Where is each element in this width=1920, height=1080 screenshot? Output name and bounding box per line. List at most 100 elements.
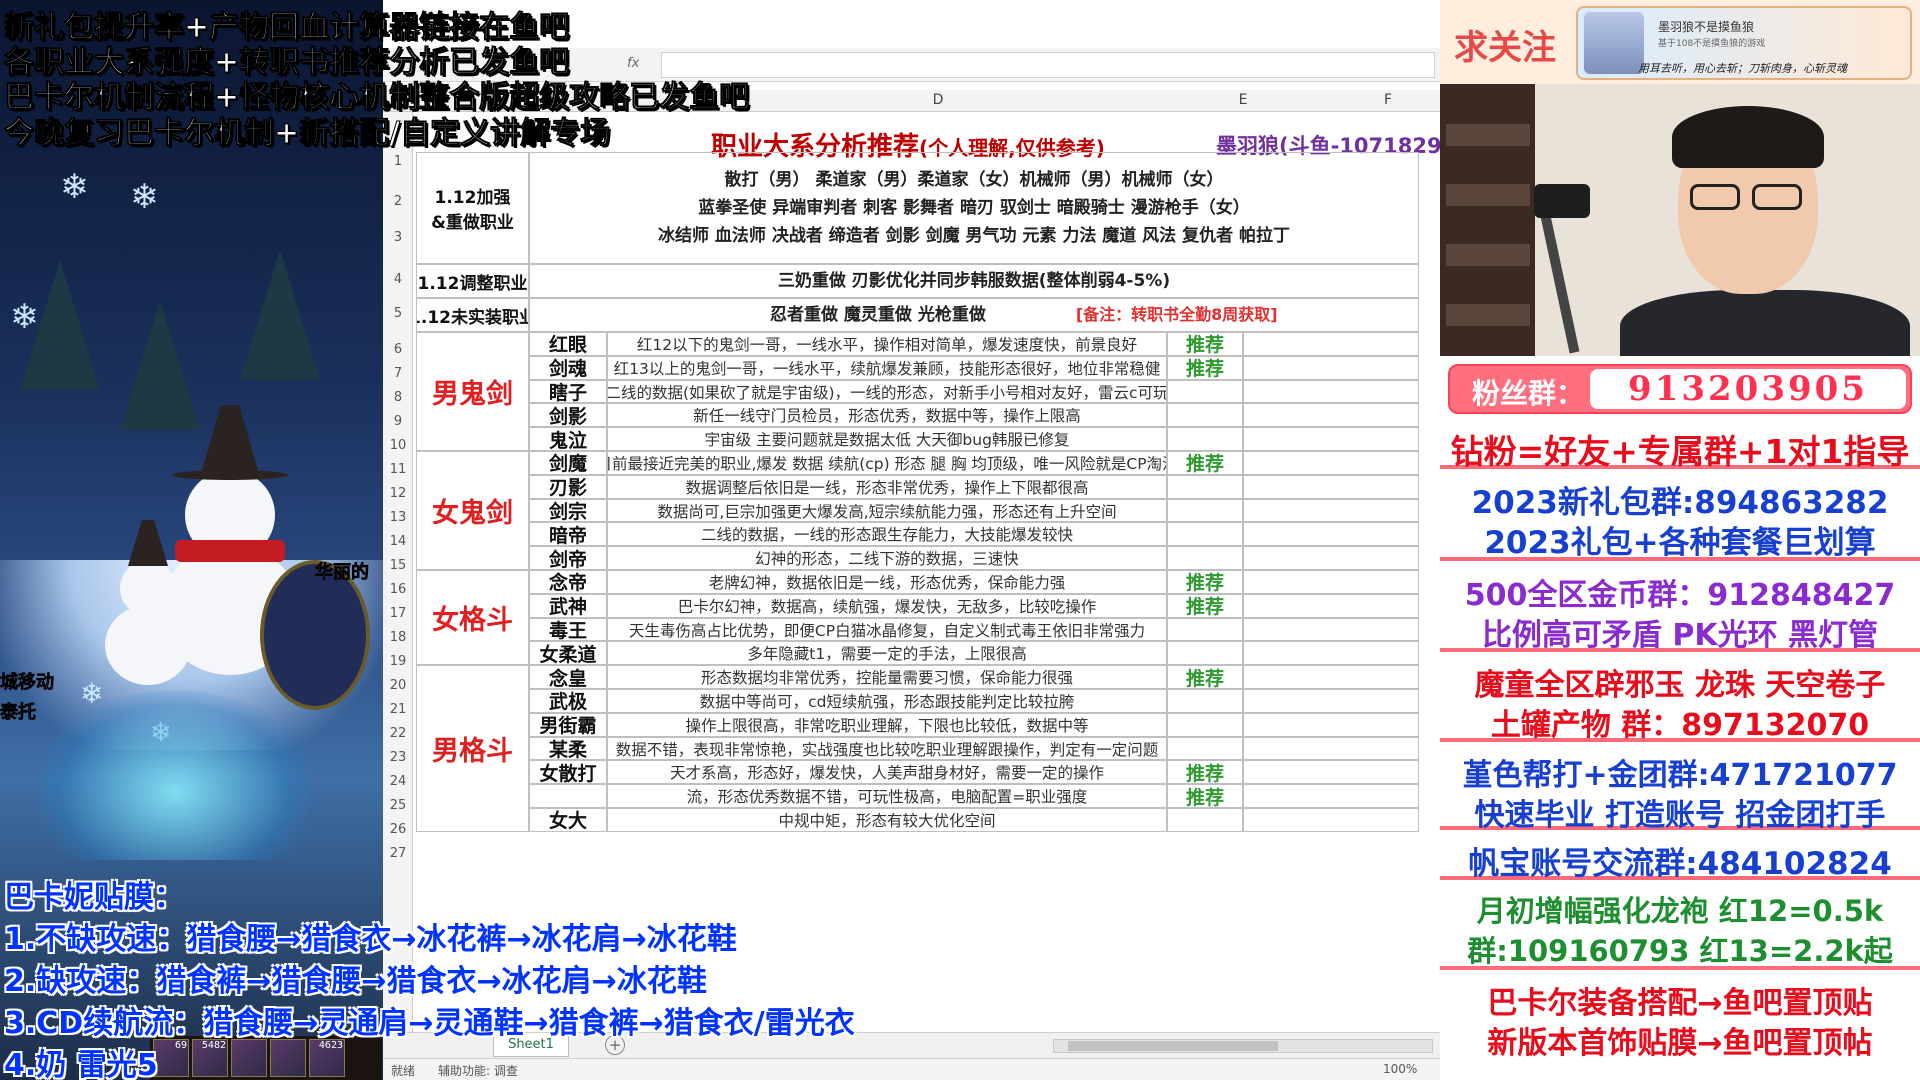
- job-desc-cell[interactable]: 流，形态优秀数据不错，可玩性极高，电脑配置=职业强度: [607, 784, 1167, 808]
- empty-cell[interactable]: [1243, 570, 1419, 594]
- job-name-cell[interactable]: 武神: [529, 593, 607, 618]
- job-desc-cell[interactable]: 形态数据均非常优秀，控能量需要习惯，保命能力很强: [607, 665, 1167, 689]
- row-number[interactable]: 1: [383, 154, 413, 169]
- job-name-cell[interactable]: 剑魂: [529, 355, 607, 380]
- job-name-cell[interactable]: 剑帝: [529, 546, 607, 570]
- row-number[interactable]: 21: [383, 702, 413, 717]
- job-desc-cell[interactable]: 目前最接近完美的职业,爆发 数据 续航(cp) 形态 腿 胸 均顶级，唯一风险就…: [607, 451, 1167, 475]
- empty-cell[interactable]: [1243, 427, 1419, 451]
- job-desc-cell[interactable]: 宇宙级 主要问题就是数据太低 大天御bug韩服已修复: [607, 427, 1167, 451]
- recommend-cell[interactable]: [1167, 427, 1243, 451]
- job-name-cell[interactable]: 女大: [529, 808, 607, 832]
- recommend-cell[interactable]: 推荐: [1167, 355, 1243, 380]
- row-number[interactable]: 13: [383, 510, 413, 525]
- empty-cell[interactable]: [1243, 665, 1419, 689]
- recommend-cell[interactable]: [1167, 498, 1243, 523]
- job-desc-cell[interactable]: 新任一线守门员检员，形态优秀，数据中等，操作上限高: [607, 403, 1167, 428]
- empty-cell[interactable]: [1243, 689, 1419, 713]
- row-number[interactable]: 5: [383, 306, 413, 321]
- job-desc-cell[interactable]: 操作上限很高，非常吃职业理解，下限也比较低，数据中等: [607, 712, 1167, 737]
- recommend-cell[interactable]: [1167, 522, 1243, 547]
- row-number[interactable]: 20: [383, 678, 413, 693]
- empty-cell[interactable]: [1243, 784, 1419, 808]
- job-desc-cell[interactable]: 天才系高，形态好，爆发快，人美声甜身材好，需要一定的操作: [607, 760, 1167, 785]
- row-number[interactable]: 6: [383, 342, 413, 357]
- job-desc-cell[interactable]: 天生毒伤高占比优势，即便CP白猫冰晶修复，自定义制式毒王依旧非常强力: [607, 617, 1167, 642]
- job-desc-cell[interactable]: 数据尚可,巨宗加强更大爆发高,短宗续航能力强，形态还有上升空间: [607, 498, 1167, 523]
- job-desc-cell[interactable]: 多年隐藏t1，需要一定的手法，上限很高: [607, 641, 1167, 666]
- row-number[interactable]: 11: [383, 462, 413, 477]
- empty-cell[interactable]: [1243, 641, 1419, 666]
- formula-input[interactable]: [661, 52, 1435, 78]
- skill-slot[interactable]: 4623: [309, 1039, 345, 1077]
- recommend-cell[interactable]: 推荐: [1167, 593, 1243, 618]
- recommend-cell[interactable]: [1167, 546, 1243, 570]
- job-desc-cell[interactable]: 老牌幻神，数据依旧是一线，形态优秀，保命能力强: [607, 570, 1167, 594]
- job-name-cell[interactable]: 瞎子: [529, 379, 607, 404]
- recommend-cell[interactable]: [1167, 808, 1243, 832]
- row-number[interactable]: 9: [383, 414, 413, 429]
- row-number[interactable]: 12: [383, 486, 413, 501]
- empty-cell[interactable]: [1243, 379, 1419, 404]
- empty-cell[interactable]: [1243, 332, 1419, 356]
- recommend-cell[interactable]: [1167, 403, 1243, 428]
- job-name-cell[interactable]: 某柔: [529, 736, 607, 761]
- empty-cell[interactable]: [1243, 546, 1419, 570]
- recommend-cell[interactable]: 推荐: [1167, 451, 1243, 475]
- row-number[interactable]: 23: [383, 750, 413, 765]
- row-number[interactable]: 2: [383, 194, 413, 209]
- job-desc-cell[interactable]: 中规中矩，形态有较大优化空间: [607, 808, 1167, 832]
- job-name-cell[interactable]: 武极: [529, 689, 607, 713]
- row-number[interactable]: 3: [383, 230, 413, 245]
- job-name-cell[interactable]: 剑宗: [529, 498, 607, 523]
- recommend-cell[interactable]: 推荐: [1167, 665, 1243, 689]
- row-number[interactable]: 19: [383, 654, 413, 669]
- job-name-cell[interactable]: 红眼: [529, 332, 607, 356]
- recommend-cell[interactable]: 推荐: [1167, 760, 1243, 785]
- column-header[interactable]: D: [923, 92, 953, 108]
- job-name-cell[interactable]: 鬼泣: [529, 427, 607, 451]
- job-group-cell[interactable]: 男鬼剑: [416, 332, 529, 451]
- row-number[interactable]: 15: [383, 558, 413, 573]
- empty-cell[interactable]: [1243, 712, 1419, 737]
- row-number[interactable]: 18: [383, 630, 413, 645]
- recommend-cell[interactable]: [1167, 712, 1243, 737]
- job-desc-cell[interactable]: 幻神的形态，二线下游的数据，三速快: [607, 546, 1167, 570]
- row-number[interactable]: 7: [383, 366, 413, 381]
- empty-cell[interactable]: [1243, 808, 1419, 832]
- job-desc-cell[interactable]: 二线的数据(如果砍了就是宇宙级)，一线的形态，对新手小号相对友好，雷云c可玩: [607, 379, 1167, 404]
- empty-cell[interactable]: [1243, 593, 1419, 618]
- job-desc-cell[interactable]: 红13以上的鬼剑一哥，一线水平，续航爆发兼顾，技能形态很好，地位非常稳健: [607, 355, 1167, 380]
- job-name-cell[interactable]: 女散打: [529, 760, 607, 785]
- job-name-cell[interactable]: 男街霸: [529, 712, 607, 737]
- job-name-cell[interactable]: 女柔道: [529, 641, 607, 666]
- row-number[interactable]: 22: [383, 726, 413, 741]
- recommend-cell[interactable]: [1167, 617, 1243, 642]
- category-cell[interactable]: 1.12调整职业: [416, 264, 529, 298]
- row-number[interactable]: 10: [383, 438, 413, 453]
- empty-cell[interactable]: [1243, 736, 1419, 761]
- skill-slot[interactable]: 5482: [192, 1039, 228, 1077]
- skill-slot[interactable]: [270, 1039, 306, 1077]
- row-content[interactable]: 三奶重做 刃影优化并同步韩服数据(整体削弱4-5%): [529, 264, 1419, 298]
- job-desc-cell[interactable]: 巴卡尔幻神，数据高，续航强，爆发快，无敌多，比较吃操作: [607, 593, 1167, 618]
- empty-cell[interactable]: [1243, 498, 1419, 523]
- job-name-cell[interactable]: 念帝: [529, 570, 607, 594]
- job-name-cell[interactable]: 念皇: [529, 665, 607, 689]
- job-name-cell[interactable]: 毒王: [529, 617, 607, 642]
- column-header[interactable]: F: [1373, 92, 1403, 108]
- job-name-cell[interactable]: 暗帝: [529, 522, 607, 547]
- row-content[interactable]: 忍者重做 魔灵重做 光枪重做 [备注：转职书全勤8周获取]: [529, 298, 1419, 332]
- skill-slot[interactable]: 69: [153, 1039, 189, 1077]
- job-group-cell[interactable]: 女鬼剑: [416, 451, 529, 570]
- job-desc-cell[interactable]: 数据调整后依旧是一线，形态非常优秀，操作上下限都很高: [607, 474, 1167, 499]
- row-number[interactable]: 17: [383, 606, 413, 621]
- accessibility-status[interactable]: 辅助功能: 调查: [438, 1062, 518, 1079]
- row-number[interactable]: 25: [383, 798, 413, 813]
- empty-cell[interactable]: [1243, 617, 1419, 642]
- row-content[interactable]: 散打（男） 柔道家（男）柔道家（女）机械师（男）机械师（女） 蓝拳圣使 异端审判者…: [529, 152, 1419, 264]
- job-name-cell[interactable]: 剑魔: [529, 451, 607, 475]
- recommend-cell[interactable]: 推荐: [1167, 332, 1243, 356]
- column-header[interactable]: E: [1228, 92, 1258, 108]
- job-name-cell[interactable]: 剑影: [529, 403, 607, 428]
